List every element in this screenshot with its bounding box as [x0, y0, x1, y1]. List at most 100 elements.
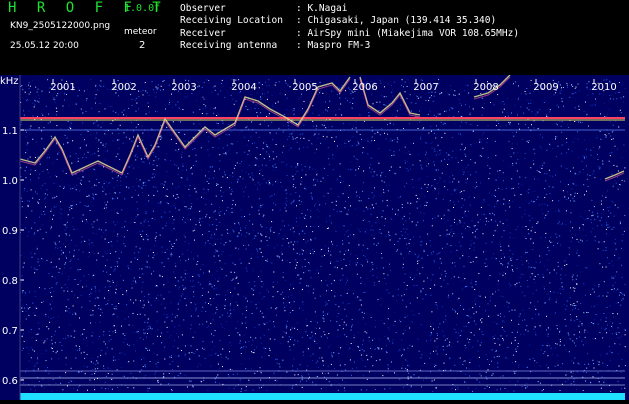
- noise-speck: [474, 187, 476, 189]
- noise-speck: [539, 204, 540, 206]
- noise-speck: [606, 224, 607, 226]
- noise-speck: [340, 347, 342, 349]
- noise-speck: [568, 253, 570, 255]
- noise-speck: [301, 180, 303, 182]
- noise-speck: [587, 174, 589, 176]
- noise-speck: [425, 204, 427, 206]
- noise-speck: [406, 86, 408, 87]
- noise-speck: [142, 94, 144, 96]
- noise-speck: [81, 236, 83, 238]
- noise-speck: [207, 291, 209, 293]
- noise-speck: [567, 332, 569, 334]
- noise-speck: [21, 196, 23, 198]
- noise-speck: [113, 231, 115, 233]
- noise-speck: [156, 111, 158, 113]
- noise-speck: [338, 108, 340, 110]
- noise-speck: [446, 345, 448, 347]
- noise-speck: [82, 176, 84, 178]
- noise-speck: [509, 381, 511, 383]
- noise-speck: [399, 378, 401, 380]
- noise-speck: [148, 111, 150, 113]
- noise-speck: [472, 390, 474, 392]
- noise-speck: [461, 121, 463, 123]
- noise-speck: [268, 115, 270, 117]
- noise-speck: [168, 373, 170, 374]
- noise-speck: [516, 259, 518, 261]
- noise-speck: [284, 190, 286, 192]
- noise-speck: [521, 216, 523, 218]
- noise-speck: [497, 120, 499, 122]
- noise-speck: [278, 256, 280, 258]
- noise-speck: [251, 121, 253, 123]
- noise-speck: [175, 104, 177, 106]
- noise-speck: [288, 136, 290, 138]
- noise-speck: [523, 112, 525, 114]
- noise-speck: [184, 298, 186, 300]
- noise-speck: [493, 356, 495, 358]
- noise-speck: [259, 154, 261, 155]
- noise-speck: [41, 301, 43, 303]
- noise-speck: [74, 186, 76, 188]
- noise-speck: [142, 281, 144, 283]
- noise-speck: [575, 345, 577, 347]
- noise-speck: [67, 299, 69, 301]
- noise-speck: [552, 148, 553, 150]
- noise-speck: [621, 292, 623, 294]
- noise-speck: [98, 228, 100, 230]
- noise-speck: [105, 388, 107, 390]
- noise-speck: [260, 98, 262, 100]
- noise-speck: [416, 269, 418, 271]
- noise-speck: [86, 221, 88, 223]
- noise-speck: [182, 109, 184, 110]
- noise-speck: [328, 300, 330, 301]
- noise-speck: [144, 155, 146, 157]
- noise-speck: [527, 229, 529, 230]
- noise-speck: [30, 189, 32, 191]
- noise-speck: [509, 206, 511, 208]
- noise-speck: [570, 212, 572, 214]
- noise-speck: [27, 235, 29, 237]
- noise-speck: [600, 387, 602, 389]
- noise-speck: [282, 291, 284, 293]
- noise-speck: [562, 288, 564, 290]
- noise-speck: [459, 357, 461, 359]
- noise-speck: [136, 178, 137, 180]
- noise-speck: [464, 199, 466, 201]
- noise-speck: [611, 131, 613, 133]
- noise-speck: [215, 287, 217, 289]
- noise-speck: [168, 84, 170, 86]
- noise-speck: [548, 250, 550, 252]
- noise-speck: [472, 130, 474, 132]
- noise-speck: [21, 201, 23, 202]
- noise-speck: [543, 102, 545, 103]
- noise-speck: [600, 319, 602, 321]
- noise-speck: [441, 172, 443, 174]
- noise-speck: [429, 357, 430, 359]
- noise-speck: [416, 95, 417, 96]
- noise-speck: [112, 281, 114, 283]
- noise-speck: [544, 203, 546, 205]
- noise-speck: [227, 374, 229, 376]
- noise-speck: [161, 332, 163, 334]
- noise-speck: [265, 260, 267, 262]
- noise-speck: [41, 184, 43, 186]
- noise-speck: [161, 262, 163, 264]
- noise-speck: [182, 165, 184, 167]
- noise-speck: [444, 180, 445, 182]
- noise-speck: [571, 375, 573, 377]
- noise-speck: [153, 270, 155, 272]
- noise-speck: [434, 187, 436, 189]
- noise-speck: [116, 221, 118, 223]
- noise-speck: [282, 336, 284, 338]
- noise-speck: [177, 132, 179, 133]
- noise-speck: [363, 312, 365, 314]
- noise-speck: [454, 262, 456, 264]
- noise-speck: [57, 93, 59, 95]
- noise-speck: [208, 230, 210, 232]
- noise-speck: [355, 264, 357, 266]
- noise-speck: [403, 257, 405, 259]
- noise-speck: [189, 298, 191, 300]
- noise-speck: [454, 221, 455, 223]
- noise-speck: [99, 290, 100, 292]
- noise-speck: [425, 294, 427, 296]
